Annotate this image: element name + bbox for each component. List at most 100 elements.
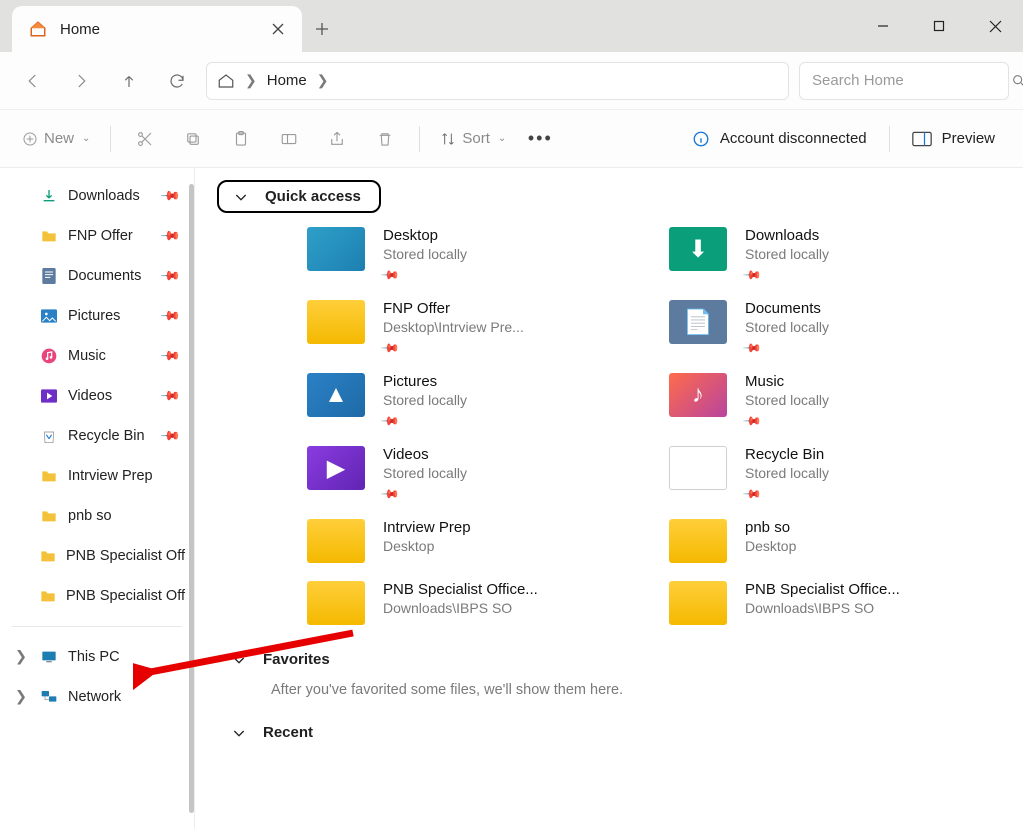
sidebar-item-pictures[interactable]: Pictures📌: [0, 296, 194, 336]
cut-button[interactable]: [123, 120, 167, 158]
chevron-right-icon[interactable]: ❯: [12, 689, 30, 705]
close-window-button[interactable]: [967, 0, 1023, 52]
breadcrumb-home[interactable]: Home: [267, 72, 307, 89]
qa-item-subtitle: Stored locally: [745, 465, 829, 481]
rename-button[interactable]: [267, 120, 311, 158]
chevron-down-icon: [231, 725, 247, 741]
folder-icon: [40, 227, 58, 245]
sidebar-item-label: Recycle Bin: [68, 428, 145, 444]
qa-item-title: Desktop: [383, 227, 467, 244]
sidebar-tree-this-pc[interactable]: ❯ This PC: [0, 637, 194, 677]
qa-item-title: Recycle Bin: [745, 446, 829, 463]
pc-icon: [40, 648, 58, 666]
pics-icon: [40, 307, 58, 325]
qa-item-pnb-specialist-office-[interactable]: PNB Specialist Office...Downloads\IBPS S…: [307, 581, 639, 625]
section-quick-access[interactable]: Quick access: [217, 180, 381, 213]
nav-row: ❯ Home ❯: [0, 52, 1023, 110]
sidebar-item-pnb-specialist-off[interactable]: PNB Specialist Off: [0, 536, 194, 576]
qa-item-documents[interactable]: 📄DocumentsStored locally📌: [669, 300, 1001, 355]
folder-thumb-icon: [669, 581, 727, 625]
up-button[interactable]: [110, 62, 148, 100]
more-button[interactable]: •••: [518, 120, 562, 158]
sidebar-item-fnp-offer[interactable]: FNP Offer 📌: [0, 216, 194, 256]
refresh-button[interactable]: [158, 62, 196, 100]
sidebar-item-music[interactable]: Music📌: [0, 336, 194, 376]
sidebar-item-label: This PC: [68, 649, 120, 665]
sidebar-item-pnb-so[interactable]: pnb so: [0, 496, 194, 536]
sidebar-item-videos[interactable]: Videos📌: [0, 376, 194, 416]
qa-item-title: PNB Specialist Office...: [745, 581, 900, 598]
qa-item-desktop[interactable]: DesktopStored locally📌: [307, 227, 639, 282]
qa-item-pnb-so[interactable]: pnb soDesktop: [669, 519, 1001, 563]
pin-icon: 📌: [159, 385, 182, 408]
favorites-empty: After you've favorited some files, we'll…: [271, 682, 1001, 698]
sidebar-item-label: FNP Offer: [68, 228, 133, 244]
search-box[interactable]: [799, 62, 1009, 100]
qa-item-title: Pictures: [383, 373, 467, 390]
search-input[interactable]: [812, 72, 1011, 89]
pin-icon: 📌: [159, 425, 182, 448]
desktop-thumb-icon: [307, 227, 365, 271]
minimize-button[interactable]: [855, 0, 911, 52]
downloads-thumb-icon: ⬇: [669, 227, 727, 271]
qa-item-music[interactable]: ♪MusicStored locally📌: [669, 373, 1001, 428]
qa-item-subtitle: Stored locally: [383, 392, 467, 408]
folder-icon: [40, 547, 56, 565]
sidebar-tree-network[interactable]: ❯Network: [0, 677, 194, 717]
copy-button[interactable]: [171, 120, 215, 158]
delete-button[interactable]: [363, 120, 407, 158]
pin-icon: 📌: [742, 411, 762, 431]
pin-icon: 📌: [159, 345, 182, 368]
tab-home[interactable]: Home: [12, 6, 302, 52]
new-tab-button[interactable]: [302, 6, 342, 52]
docs-thumb-icon: 📄: [669, 300, 727, 344]
sidebar-item-recycle-bin[interactable]: Recycle Bin 📌: [0, 416, 194, 456]
address-bar[interactable]: ❯ Home ❯: [206, 62, 789, 100]
qa-item-pictures[interactable]: ▲PicturesStored locally📌: [307, 373, 639, 428]
search-icon: [1011, 73, 1023, 89]
sidebar-item-label: pnb so: [68, 508, 112, 524]
sidebar-item-intrview-prep[interactable]: Intrview Prep: [0, 456, 194, 496]
qa-item-title: Downloads: [745, 227, 829, 244]
pin-icon: 📌: [159, 225, 182, 248]
section-recent[interactable]: Recent: [217, 724, 1001, 741]
recycle-icon: [40, 427, 58, 445]
share-button[interactable]: [315, 120, 359, 158]
folder-thumb-icon: [307, 300, 365, 344]
sidebar: Downloads📌FNP Offer📌Documents📌Pictures📌M…: [0, 168, 195, 829]
qa-item-downloads[interactable]: ⬇DownloadsStored locally📌: [669, 227, 1001, 282]
sidebar-item-label: Intrview Prep: [68, 468, 153, 484]
qa-item-recycle-bin[interactable]: ♻ Recycle Bin Stored locally 📌: [669, 446, 1001, 501]
sidebar-item-pnb-specialist-off[interactable]: PNB Specialist Off: [0, 576, 194, 616]
recycle-thumb-icon: ♻: [669, 446, 727, 490]
docs-icon: [40, 267, 58, 285]
pin-icon: 📌: [742, 484, 762, 504]
sidebar-item-documents[interactable]: Documents📌: [0, 256, 194, 296]
pin-icon: 📌: [159, 265, 182, 288]
new-button[interactable]: New ⌄: [14, 120, 98, 158]
sidebar-item-downloads[interactable]: Downloads📌: [0, 176, 194, 216]
back-button[interactable]: [14, 62, 52, 100]
pin-icon: 📌: [380, 484, 400, 504]
preview-button[interactable]: Preview: [902, 130, 1009, 147]
qa-item-subtitle: Stored locally: [383, 246, 467, 262]
paste-button[interactable]: [219, 120, 263, 158]
qa-item-pnb-specialist-office-[interactable]: PNB Specialist Office...Downloads\IBPS S…: [669, 581, 1001, 625]
section-favorites[interactable]: Favorites: [217, 651, 1001, 668]
sidebar-item-label: Pictures: [68, 308, 120, 324]
qa-item-fnp-offer[interactable]: FNP OfferDesktop\Intrview Pre...📌: [307, 300, 639, 355]
folder-thumb-icon: [307, 519, 365, 563]
sort-button[interactable]: Sort ⌄: [432, 120, 514, 158]
chevron-right-icon[interactable]: ❯: [245, 72, 257, 89]
account-status[interactable]: Account disconnected: [682, 130, 877, 148]
forward-button[interactable]: [62, 62, 100, 100]
qa-item-intrview-prep[interactable]: Intrview PrepDesktop: [307, 519, 639, 563]
qa-item-subtitle: Desktop: [383, 538, 471, 554]
pics-thumb-icon: ▲: [307, 373, 365, 417]
chevron-right-icon[interactable]: ❯: [317, 72, 329, 89]
chevron-down-icon: ⌄: [498, 133, 506, 144]
chevron-right-icon[interactable]: ❯: [12, 649, 30, 665]
qa-item-videos[interactable]: ▶VideosStored locally📌: [307, 446, 639, 501]
close-tab-icon[interactable]: [270, 21, 286, 37]
maximize-button[interactable]: [911, 0, 967, 52]
